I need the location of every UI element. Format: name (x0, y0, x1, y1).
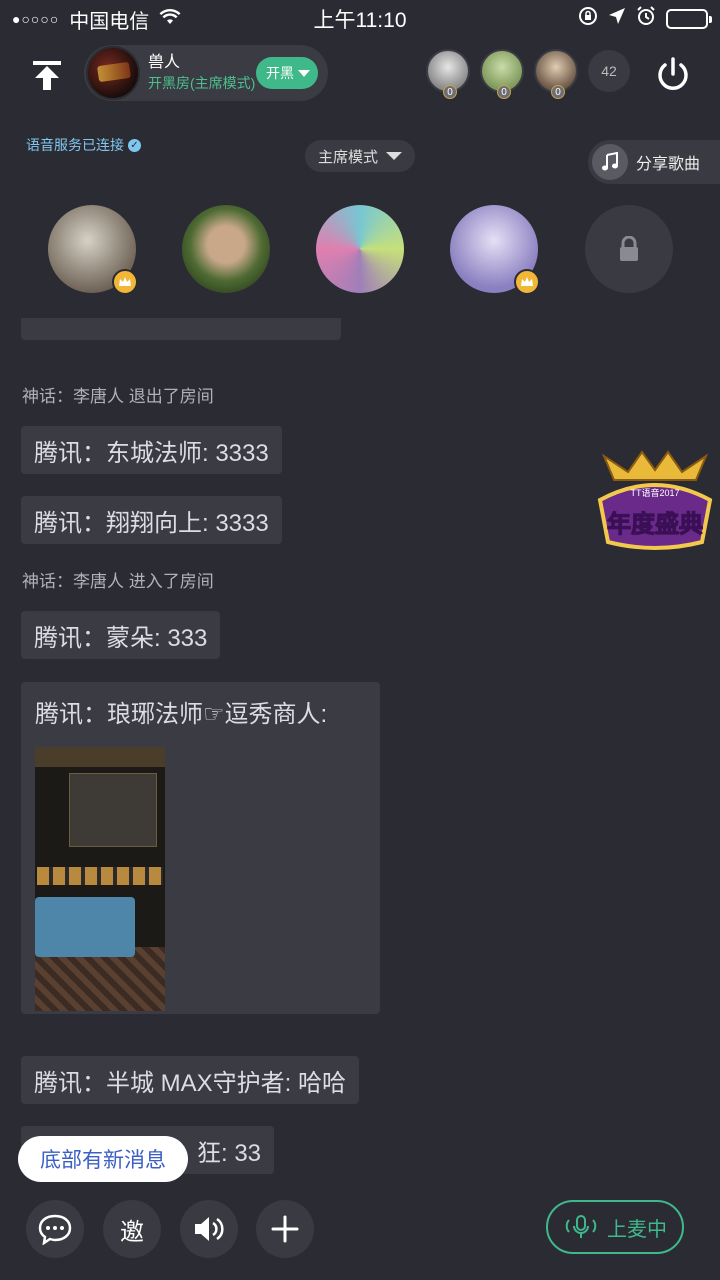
online-user-avatar[interactable]: 0 (534, 49, 578, 99)
mic-seat-4[interactable] (450, 205, 540, 295)
chat-image-thumbnail[interactable] (35, 747, 165, 1011)
mic-seat-2[interactable] (182, 205, 270, 293)
room-name: 兽人 (148, 54, 181, 71)
share-song-button[interactable]: 分享歌曲 (588, 140, 720, 184)
chevron-down-icon (298, 69, 310, 77)
invite-button[interactable]: 邀 (103, 1200, 161, 1258)
online-user-avatar[interactable]: 0 (426, 49, 470, 99)
speaker-button[interactable] (180, 1200, 238, 1258)
online-users: 0 0 0 42 (426, 49, 630, 99)
user-count-badge: 0 (497, 85, 511, 99)
chat-bubble-icon (38, 1214, 72, 1245)
minimize-room-button[interactable] (24, 52, 70, 98)
room-avatar (86, 46, 140, 100)
mic-status-label: 上麦中 (607, 1218, 667, 1241)
status-bar: ●○○○○ 中国电信 上午11:10 (0, 0, 720, 38)
wifi-icon (159, 8, 181, 31)
chat-message: 腾讯：蒙朵: 333 (21, 611, 221, 659)
share-song-label: 分享歌曲 (636, 156, 701, 173)
badge-year: TT语音2017 (630, 487, 679, 498)
online-count-button[interactable]: 42 (588, 50, 630, 92)
system-message: 神话：李唐人 进入了房间 (22, 572, 214, 591)
chat-input-button[interactable] (26, 1200, 84, 1258)
event-badge[interactable]: TT语音2017 年度盛典 (594, 450, 716, 556)
voice-status-label: 语音服务已连接 (26, 137, 124, 153)
alarm-icon (636, 6, 656, 32)
room-tag-dropdown[interactable]: 开黑 (256, 57, 318, 89)
voice-status: 语音服务已连接 ✓ (26, 135, 141, 155)
mic-seats (0, 205, 720, 295)
carrier-label: 中国电信 (69, 10, 150, 33)
speaker-icon (195, 1217, 224, 1241)
room-tag-label: 开黑 (266, 65, 294, 81)
online-user-avatar[interactable]: 0 (480, 49, 524, 99)
arrow-up-icon (33, 61, 61, 90)
microphone-icon (565, 1215, 597, 1238)
invite-label: 邀 (120, 1218, 144, 1246)
exit-room-button[interactable] (652, 54, 694, 96)
chevron-down-icon (386, 152, 402, 160)
room-header: 兽人 开黑房(主席模式) 开黑 0 0 0 42 (0, 44, 720, 104)
music-note-icon (592, 144, 628, 180)
chat-message: 腾讯：翔翔向上: 3333 (21, 496, 282, 544)
mic-seat-5-locked[interactable] (585, 205, 673, 293)
location-icon (608, 7, 626, 31)
mode-select-label: 主席模式 (317, 148, 378, 166)
orientation-lock-icon (578, 6, 598, 32)
more-button[interactable] (256, 1200, 314, 1258)
mic-seat-3[interactable] (316, 205, 404, 293)
system-message: 神话：李唐人 退出了房间 (22, 387, 214, 406)
plus-icon (271, 1215, 299, 1243)
status-right (578, 6, 712, 32)
chat-message: 腾讯：半城 MAX守护者: 哈哈 (21, 1056, 360, 1104)
mic-status-button[interactable]: 上麦中 (546, 1200, 684, 1254)
user-count-badge: 0 (551, 85, 565, 99)
mic-seat-1[interactable] (48, 205, 138, 295)
mode-select[interactable]: 主席模式 (305, 140, 415, 172)
chat-image-message[interactable]: 腾讯：琅琊法师☞逗秀商人: (21, 682, 380, 1014)
chat-message-partial (21, 318, 341, 340)
bottom-bar: 邀 上麦中 (0, 1200, 720, 1260)
battery-icon (666, 9, 712, 29)
crown-icon (112, 269, 138, 295)
room-mode: 开黑房(主席模式) (148, 75, 256, 91)
chat-message: 腾讯：东城法师: 3333 (21, 426, 282, 474)
check-icon: ✓ (128, 138, 141, 152)
user-count-badge: 0 (443, 85, 457, 99)
badge-title: 年度盛典 (607, 510, 703, 538)
signal-dots: ●○○○○ (12, 11, 60, 27)
lock-icon (620, 236, 638, 261)
room-info-pill[interactable]: 兽人 开黑房(主席模式) 开黑 (84, 45, 328, 101)
power-icon (658, 57, 688, 90)
room-info: 兽人 开黑房(主席模式) (148, 53, 255, 93)
new-message-hint[interactable]: 底部有新消息 (18, 1136, 188, 1182)
chat-message-sender: 腾讯：琅琊法师☞逗秀商人: (35, 701, 328, 728)
crown-icon (514, 269, 540, 295)
status-left: ●○○○○ 中国电信 (12, 5, 181, 34)
